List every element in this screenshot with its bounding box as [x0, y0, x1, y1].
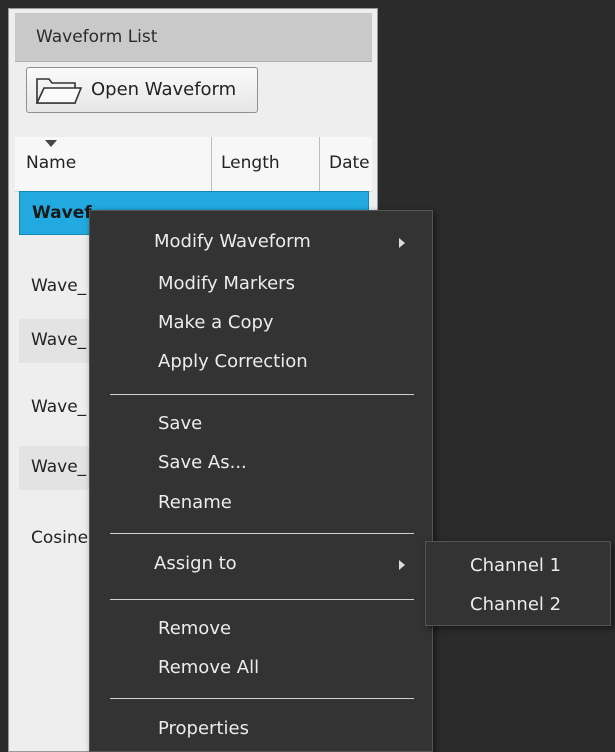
menu-item-modify-markers[interactable]: Modify Markers: [158, 273, 295, 294]
menu-separator: [110, 599, 414, 600]
row-name: Wavef: [32, 203, 92, 223]
menu-separator: [110, 533, 414, 534]
row-name: Cosine: [31, 528, 89, 548]
table-header: Name Length Date: [15, 137, 372, 192]
menu-item-remove[interactable]: Remove: [158, 618, 231, 639]
menu-item-modify-waveform[interactable]: Modify Waveform: [154, 231, 311, 252]
folder-icon: [35, 78, 83, 104]
menu-item-apply-correction[interactable]: Apply Correction: [158, 351, 308, 372]
column-header-length[interactable]: Length: [221, 153, 280, 173]
panel-header: Waveform List: [15, 13, 372, 62]
column-divider[interactable]: [211, 137, 212, 191]
menu-item-assign-to[interactable]: Assign to: [154, 553, 237, 574]
assign-to-submenu: Channel 1 Channel 2: [425, 541, 611, 626]
context-menu: Modify Waveform Modify Markers Make a Co…: [89, 210, 433, 752]
submenu-arrow-icon: [399, 238, 405, 248]
column-header-name[interactable]: Name: [26, 153, 76, 173]
panel-title: Waveform List: [36, 27, 158, 47]
menu-item-save-as[interactable]: Save As...: [158, 452, 247, 473]
submenu-item-channel-1[interactable]: Channel 1: [470, 555, 561, 576]
menu-item-properties[interactable]: Properties: [158, 718, 249, 739]
submenu-item-channel-2[interactable]: Channel 2: [470, 594, 561, 615]
submenu-arrow-icon: [399, 560, 405, 570]
menu-item-save[interactable]: Save: [158, 413, 202, 434]
menu-separator: [110, 698, 414, 699]
menu-separator: [110, 394, 414, 395]
menu-item-rename[interactable]: Rename: [158, 492, 232, 513]
open-waveform-label: Open Waveform: [91, 79, 237, 100]
sort-arrow-icon[interactable]: [45, 140, 57, 147]
column-divider[interactable]: [319, 137, 320, 191]
row-name: Wave_: [31, 276, 87, 296]
open-waveform-button[interactable]: Open Waveform: [26, 67, 258, 113]
row-name: Wave_: [31, 330, 87, 350]
row-name: Wave_: [31, 457, 87, 477]
row-name: Wave_: [31, 397, 87, 417]
column-header-date[interactable]: Date: [329, 153, 370, 173]
menu-item-make-copy[interactable]: Make a Copy: [158, 312, 274, 333]
menu-item-remove-all[interactable]: Remove All: [158, 657, 259, 678]
